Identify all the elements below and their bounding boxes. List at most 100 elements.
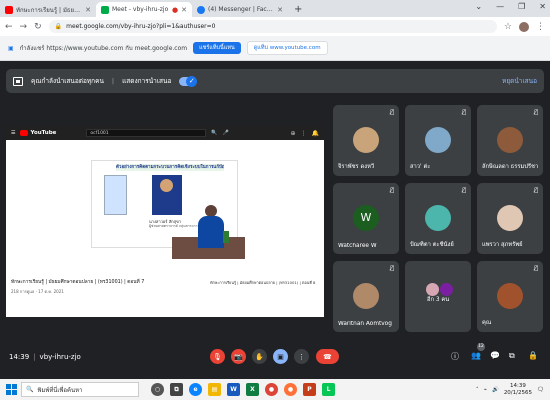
share-screen-icon: ▣: [8, 44, 14, 52]
volume-icon[interactable]: 🔊: [492, 387, 499, 393]
youtube-search-box: ocf1001: [86, 129, 207, 137]
switch-tab-button[interactable]: ดูแท็บ www.youtube.com: [246, 41, 328, 55]
mic-off-icon: 🎙̸: [534, 187, 538, 194]
task-view-icon[interactable]: ⧉: [170, 383, 183, 396]
edge-icon[interactable]: e: [189, 383, 202, 396]
cortana-icon[interactable]: ○: [151, 383, 164, 396]
taskbar-clock[interactable]: 14:39 20/1/2565: [504, 383, 532, 397]
file-explorer-icon[interactable]: ▤: [208, 383, 221, 396]
avatar: [353, 127, 379, 153]
close-tab-icon[interactable]: ✕: [277, 6, 283, 14]
bell-icon: 🔔: [311, 129, 319, 137]
video-meta: 218 การดูแล · 17 ต.ค. 2021: [11, 289, 64, 294]
end-call-button[interactable]: ☎: [316, 349, 339, 364]
present-screen-icon: [13, 76, 23, 86]
messenger-icon: [197, 5, 205, 14]
phone-hangup-icon: ☎: [323, 352, 332, 361]
participant-tile[interactable]: 🎙̸ ปัณฑิตา ตะชีนังย์: [405, 183, 471, 254]
lock-icon: 🔒: [54, 23, 63, 30]
participant-tile[interactable]: 🎙̸ จิราพัชร ดงหวี: [333, 105, 399, 176]
browser-tab[interactable]: (4) Messenger | Facebook ✕: [192, 2, 288, 17]
avatar: [497, 127, 523, 153]
more-options-button[interactable]: ⋮: [294, 349, 309, 364]
clock-time: 14:39: [509, 382, 526, 389]
slide-illustration: [104, 175, 127, 215]
recording-dot-icon: ●: [172, 5, 179, 14]
chevron-up-icon[interactable]: ˄: [476, 387, 479, 393]
share-this-tab-button[interactable]: แชร์แท็บนี้แทน: [193, 42, 241, 54]
participant-name: คุณ: [482, 320, 492, 326]
more-vert-icon: ⋮: [298, 352, 305, 361]
camera-toggle-button[interactable]: 📷: [231, 349, 246, 364]
excel-icon[interactable]: X: [246, 383, 259, 396]
back-icon[interactable]: ←: [5, 22, 13, 32]
bookmark-star-icon[interactable]: ☆: [504, 22, 512, 32]
avatar: [353, 283, 379, 309]
meeting-code: vby-ihru-zjo: [39, 353, 81, 361]
close-tab-icon[interactable]: ✕: [85, 6, 91, 14]
profile-avatar[interactable]: [519, 21, 529, 32]
participant-tile[interactable]: 🎙̸ Waritnan Aomtvog: [333, 261, 399, 332]
mic-off-icon: 🎙̸: [390, 187, 394, 194]
mic-toggle-button[interactable]: 🎙: [210, 349, 225, 364]
browser-tab-active[interactable]: Meet - vby-ihru-zjo ● ✕: [96, 2, 192, 17]
tab-title: Meet - vby-ihru-zjo: [112, 6, 169, 13]
raise-hand-button[interactable]: ✋: [252, 349, 267, 364]
info-icon[interactable]: ⓘ: [451, 351, 459, 362]
divider: |: [111, 77, 115, 85]
others-tile[interactable]: อีก 3 คน: [405, 261, 471, 332]
participant-name: Watcharee W: [338, 243, 377, 249]
mic-off-icon: 🎙̸: [462, 187, 466, 194]
participant-tile[interactable]: 🎙̸ แพรวา สุภทรัพย์: [477, 183, 543, 254]
mic-off-icon: 🎙̸: [534, 109, 538, 116]
url-text: meet.google.com/vby-ihru-zjo?pli=1&authu…: [66, 23, 216, 30]
avatar-letter: W: [353, 205, 379, 231]
close-tab-icon[interactable]: ✕: [181, 6, 187, 14]
present-button[interactable]: ▣: [273, 349, 288, 364]
maximize-icon[interactable]: ❐: [518, 2, 525, 11]
tab-search-icon[interactable]: ⌄: [475, 2, 482, 11]
people-icon[interactable]: 👥: [471, 351, 481, 360]
line-icon[interactable]: L: [322, 383, 335, 396]
firefox-icon[interactable]: ●: [284, 383, 297, 396]
participant-name: Waritnan Aomtvog: [338, 321, 392, 327]
participant-name: จิราพัชร ดงหวี: [338, 164, 375, 170]
network-icon[interactable]: ⌁: [484, 387, 487, 393]
notification-icon[interactable]: 🗨: [537, 387, 544, 393]
tab-title: ทักษะการเรียนรู้ | มัธยมศึกษาตอนปลาย: [16, 6, 82, 14]
stop-presenting-button[interactable]: หยุดนำเสนอ: [502, 76, 537, 86]
taskbar-search-placeholder: พิมพ์ที่นี่เพื่อค้นหา: [37, 386, 83, 394]
close-window-icon[interactable]: ✕: [539, 2, 546, 11]
slide-photo: [152, 175, 182, 215]
start-button[interactable]: [6, 384, 17, 395]
self-tile[interactable]: 🎙̸ คุณ: [477, 261, 543, 332]
participant-tile[interactable]: 🎙̸ ลักษิณลดา ธรรมปรีชา: [477, 105, 543, 176]
forward-icon[interactable]: →: [20, 22, 28, 32]
word-icon[interactable]: W: [227, 383, 240, 396]
speaker-figure: [196, 205, 226, 248]
meeting-time: 14:39: [9, 353, 30, 361]
youtube-logo: YouTube: [20, 130, 56, 136]
meeting-controls-bar: 14:39 | vby-ihru-zjo 🎙 📷 ✋ ▣ ⋮ ☎ ⓘ 👥 12 💬 …: [0, 338, 550, 379]
url-field[interactable]: 🔒 meet.google.com/vby-ihru-zjo?pli=1&aut…: [48, 20, 497, 33]
reload-icon[interactable]: ↻: [34, 22, 42, 32]
participant-tile[interactable]: 🎙̸ สาว' ต่ะ: [405, 105, 471, 176]
browser-tab[interactable]: ทักษะการเรียนรู้ | มัธยมศึกษาตอนปลาย ✕: [0, 2, 96, 17]
taskbar-search[interactable]: 🔍 พิมพ์ที่นี่เพื่อค้นหา: [21, 382, 139, 397]
meet-main: คุณกำลังนำเสนอต่อทุกคน | แสดงการนำเสนอ ห…: [0, 61, 550, 379]
lock-icon[interactable]: 🔒: [528, 351, 538, 360]
mic-off-icon: 🎙: [213, 352, 222, 361]
search-icon: 🔍: [26, 386, 34, 393]
chat-icon[interactable]: 💬: [490, 351, 500, 360]
participant-tile[interactable]: 🎙̸ W Watcharee W: [333, 183, 399, 254]
chrome-icon[interactable]: ●: [265, 383, 278, 396]
show-presentation-toggle[interactable]: [179, 75, 198, 87]
powerpoint-icon[interactable]: P: [303, 383, 316, 396]
windows-taskbar: 🔍 พิมพ์ที่นี่เพื่อค้นหา ○ ⧉ e ▤ W X ● ● …: [0, 379, 550, 400]
clock-date: 20/1/2565: [503, 389, 533, 396]
menu-icon[interactable]: ⋮: [536, 22, 545, 32]
activities-icon[interactable]: ⧉: [509, 351, 515, 361]
minimize-icon[interactable]: —: [496, 2, 504, 11]
new-tab-button[interactable]: +: [288, 2, 308, 17]
participant-name: ปัณฑิตา ตะชีนังย์: [410, 242, 454, 248]
